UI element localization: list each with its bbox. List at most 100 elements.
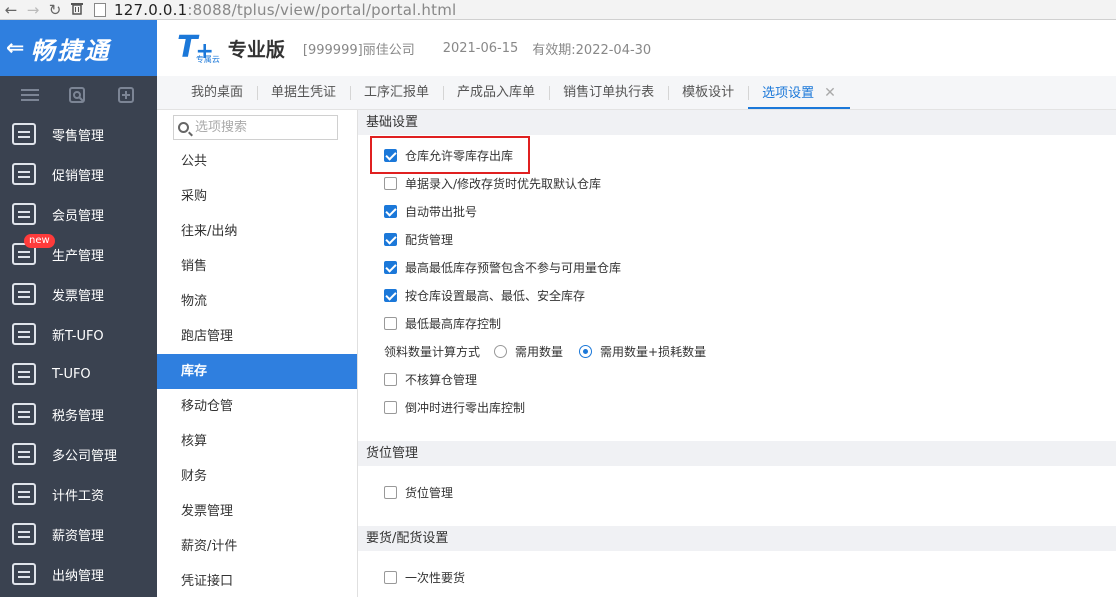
- checkbox[interactable]: [384, 570, 397, 584]
- option-no-costing-warehouse[interactable]: 不核算仓管理: [358, 365, 1116, 393]
- radio-required-qty[interactable]: 需用数量: [494, 343, 563, 360]
- menu-icon[interactable]: [21, 87, 40, 103]
- category-logistics[interactable]: 物流: [157, 284, 357, 319]
- category-purchase[interactable]: 采购: [157, 179, 357, 214]
- sidebar-item-multi-company[interactable]: 多公司管理: [0, 434, 157, 474]
- category-finance[interactable]: 财务: [157, 459, 357, 494]
- category-invoice[interactable]: 发票管理: [157, 494, 357, 529]
- material-qty-method: 领料数量计算方式 需用数量 需用数量+损耗数量: [358, 337, 1116, 365]
- search-menu-icon[interactable]: [69, 87, 87, 103]
- sidebar-item-label: 发票管理: [52, 288, 105, 304]
- section-title-demand: 要货/配货设置: [358, 526, 1116, 551]
- category-mobile-warehouse[interactable]: 移动仓管: [157, 389, 357, 424]
- checkbox[interactable]: [384, 372, 397, 386]
- tab-voucher[interactable]: 单据生凭证: [257, 75, 350, 109]
- option-categories: 公共 采购 往来/出纳 销售 物流 跑店管理 库存 移动仓管 核算 财务 发票管…: [157, 110, 358, 597]
- company-name: [999999]丽佳公司: [302, 42, 415, 58]
- category-voucher-interface[interactable]: 凭证接口: [157, 564, 357, 599]
- forward-icon[interactable]: →: [22, 0, 44, 20]
- top-header: T + 专属云 专业版 [999999]丽佳公司 2021-06-15 有效期:…: [157, 20, 1116, 76]
- option-stock-alert[interactable]: 最高最低库存预警包含不参与可用量仓库: [358, 253, 1116, 281]
- address-bar[interactable]: 127.0.0.1:8088/tplus/view/portal/portal.…: [94, 0, 456, 20]
- sidebar-item-tufo[interactable]: T-UFO: [0, 354, 157, 394]
- tab-finished-goods[interactable]: 产成品入库单: [443, 75, 549, 109]
- category-list: 公共 采购 往来/出纳 销售 物流 跑店管理 库存 移动仓管 核算 财务 发票管…: [157, 144, 357, 599]
- option-label: 按仓库设置最高、最低、安全库存: [405, 288, 586, 303]
- category-inventory[interactable]: 库存: [157, 354, 357, 389]
- option-location-management[interactable]: 货位管理: [358, 478, 1116, 506]
- building-icon: [12, 443, 36, 465]
- sidebar-item-salary[interactable]: 薪资管理: [0, 514, 157, 554]
- option-per-warehouse-levels[interactable]: 按仓库设置最高、最低、安全库存: [358, 281, 1116, 309]
- checkbox[interactable]: [384, 260, 397, 274]
- url-path: :8088/tplus/view/portal/portal.html: [187, 0, 457, 19]
- logo-t: T: [177, 30, 198, 65]
- reload-icon[interactable]: ↻: [44, 0, 66, 20]
- category-ar-cashier[interactable]: 往来/出纳: [157, 214, 357, 249]
- tab-process-report[interactable]: 工序汇报单: [350, 75, 443, 109]
- sidebar-item-label: 计件工资: [52, 488, 105, 504]
- search-input[interactable]: [195, 120, 325, 135]
- option-auto-batch[interactable]: 自动带出批号: [358, 197, 1116, 225]
- trash-icon[interactable]: [66, 0, 88, 20]
- sidebar-item-label: 零售管理: [52, 128, 105, 144]
- radio-button[interactable]: [494, 344, 508, 358]
- tab-options[interactable]: 选项设置 ✕: [748, 75, 850, 109]
- sidebar: 零售管理 促销管理 会员管理 new 生产管理 发票管理 新T-UFO T-UFO…: [0, 114, 157, 597]
- checkbox[interactable]: [384, 232, 397, 246]
- sidebar-item-cashier[interactable]: 出纳管理: [0, 554, 157, 594]
- collapse-arrow-icon[interactable]: ⇐: [6, 36, 24, 61]
- category-salary[interactable]: 薪资/计件: [157, 529, 357, 564]
- option-label: 最高最低库存预警包含不参与可用量仓库: [405, 260, 622, 275]
- checkbox[interactable]: [384, 316, 397, 330]
- option-one-time-demand[interactable]: 一次性要货: [358, 563, 1116, 591]
- new-badge: new: [24, 234, 55, 248]
- close-icon[interactable]: ✕: [824, 85, 836, 101]
- page-icon: [94, 2, 106, 17]
- brand-bar: ⇐ 畅捷通: [0, 20, 157, 76]
- radio-group-label: 领料数量计算方式: [384, 344, 481, 359]
- radio-label: 需用数量: [515, 344, 564, 359]
- option-min-max-control[interactable]: 最低最高库存控制: [358, 309, 1116, 337]
- option-allocation[interactable]: 配货管理: [358, 225, 1116, 253]
- sidebar-item-label: 促销管理: [52, 168, 105, 184]
- checkbox[interactable]: [384, 485, 397, 499]
- browser-bar: ← → ↻ 127.0.0.1:8088/tplus/view/portal/p…: [0, 0, 1116, 20]
- tab-label: 工序汇报单: [364, 85, 430, 100]
- sidebar-item-retail[interactable]: 零售管理: [0, 114, 157, 154]
- tab-label: 单据生凭证: [271, 85, 337, 100]
- category-costing[interactable]: 核算: [157, 424, 357, 459]
- checkbox[interactable]: [384, 176, 397, 190]
- option-backflush-zero-control[interactable]: 倒冲时进行零出库控制: [358, 393, 1116, 421]
- category-sales[interactable]: 销售: [157, 249, 357, 284]
- tab-label: 销售订单执行表: [563, 85, 655, 100]
- sidebar-item-label: 会员管理: [52, 208, 105, 224]
- sidebar-item-production[interactable]: new 生产管理: [0, 234, 157, 274]
- tab-bar: 我的桌面 单据生凭证 工序汇报单 产成品入库单 销售订单执行表 模板设计 选项设…: [157, 76, 1116, 110]
- radio-required-plus-loss[interactable]: 需用数量+损耗数量: [579, 343, 706, 360]
- tab-template-design[interactable]: 模板设计: [668, 75, 748, 109]
- tab-desktop[interactable]: 我的桌面: [177, 75, 257, 109]
- option-label: 自动带出批号: [405, 204, 478, 219]
- checkbox[interactable]: [384, 400, 397, 414]
- sidebar-item-promotion[interactable]: 促销管理: [0, 154, 157, 194]
- radio-button[interactable]: [579, 344, 593, 358]
- sidebar-item-new-tufo[interactable]: 新T-UFO: [0, 314, 157, 354]
- checkbox[interactable]: [384, 204, 397, 218]
- sidebar-item-member[interactable]: 会员管理: [0, 194, 157, 234]
- option-label: 最低最高库存控制: [405, 316, 502, 331]
- brand-name: 畅捷通: [30, 36, 112, 65]
- add-shortcut-icon[interactable]: [117, 87, 136, 103]
- checkbox[interactable]: [384, 288, 397, 302]
- logo-sub: 专属云: [195, 55, 220, 64]
- sidebar-item-invoice[interactable]: 发票管理: [0, 274, 157, 314]
- sidebar-item-piece-wage[interactable]: 计件工资: [0, 474, 157, 514]
- option-search[interactable]: [173, 115, 338, 140]
- sidebar-item-tax[interactable]: 税务管理: [0, 394, 157, 434]
- megaphone-icon: [12, 163, 36, 185]
- category-public[interactable]: 公共: [157, 144, 357, 179]
- tab-label: 选项设置: [762, 86, 815, 101]
- back-icon[interactable]: ←: [0, 0, 22, 20]
- tab-sales-order[interactable]: 销售订单执行表: [549, 75, 668, 109]
- category-store-visit[interactable]: 跑店管理: [157, 319, 357, 354]
